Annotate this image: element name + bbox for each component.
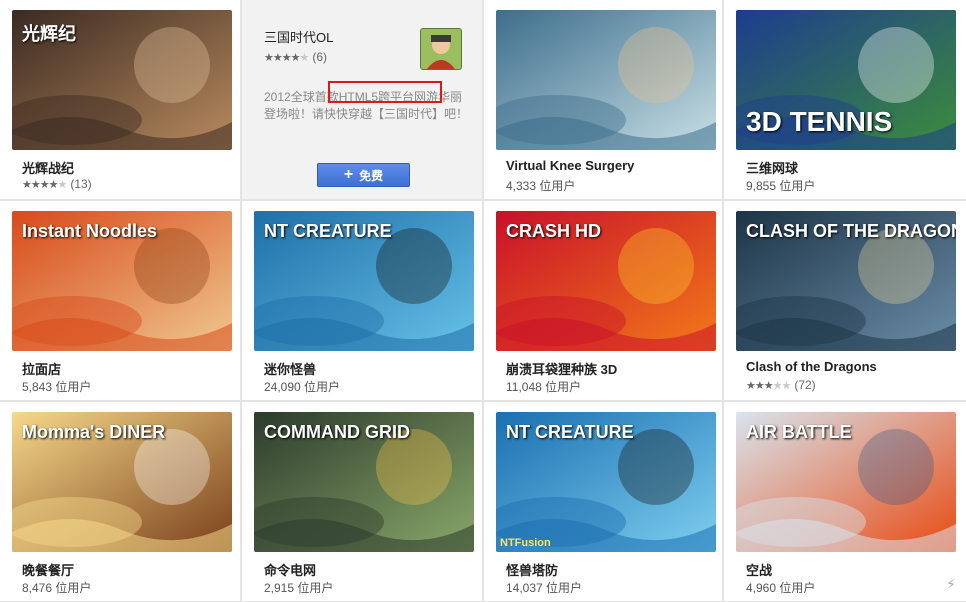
app-tile[interactable]: CLASH OF THE DRAGONS Clash of the Dragons…: [724, 201, 966, 400]
app-rating: ★★★★★ (6): [264, 50, 327, 64]
app-title[interactable]: 三维网球: [746, 158, 798, 177]
app-title[interactable]: 拉面店: [22, 359, 61, 378]
user-count: 5,843 位用户: [22, 380, 92, 394]
app-title[interactable]: 空战: [746, 560, 772, 579]
rating-count: (6): [312, 50, 327, 64]
app-rating: ★★★★★ (72): [746, 378, 816, 392]
thumbnail-badge: NTFusion: [500, 537, 551, 549]
app-thumbnail[interactable]: NT CREATURE NTFusion: [496, 412, 716, 552]
app-tile[interactable]: Momma's DINER 晚餐餐厅 8,476 位用户: [0, 402, 240, 601]
app-thumbnail[interactable]: COMMAND GRID: [254, 412, 474, 552]
user-count: 4,333 位用户: [506, 179, 576, 193]
thumbnail-logo-text: Momma's DINER: [22, 422, 166, 442]
rating-count: (72): [794, 378, 816, 392]
user-count: 8,476 位用户: [22, 581, 92, 595]
app-tile[interactable]: NT CREATURE NTFusion 怪兽塔防 14,037 位用户: [484, 402, 722, 601]
app-tile[interactable]: COMMAND GRID 命令电网 2,915 位用户: [242, 402, 482, 601]
star-rating: ★★★★★: [746, 380, 791, 392]
app-tile[interactable]: Instant Noodles 拉面店 5,843 位用户: [0, 201, 240, 400]
thumbnail-logo-text: CRASH HD: [506, 221, 602, 241]
user-count: 24,090 位用户: [264, 380, 341, 394]
lightning-icon: ⚡: [946, 576, 956, 592]
app-thumbnail[interactable]: 光辉纪: [12, 10, 232, 150]
thumbnail-logo-text: AIR BATTLE: [746, 422, 852, 442]
app-tile[interactable]: CRASH HD 崩溃耳袋狸种族 3D 11,048 位用户: [484, 201, 722, 400]
app-title[interactable]: 怪兽塔防: [506, 560, 558, 579]
user-count: 14,037 位用户: [506, 581, 583, 595]
app-tile[interactable]: 光辉纪 光辉战纪 ★★★★★ (13): [0, 0, 240, 199]
app-title[interactable]: 光辉战纪: [22, 158, 74, 177]
thumbnail-logo-text: Instant Noodles: [22, 221, 158, 241]
app-tile[interactable]: NT CREATURE 迷你怪兽 24,090 位用户: [242, 201, 482, 400]
plus-icon: +: [343, 166, 354, 183]
user-count: 2,915 位用户: [264, 581, 334, 595]
app-thumbnail[interactable]: AIR BATTLE: [736, 412, 956, 552]
thumbnail-logo-text: 3D TENNIS: [746, 106, 893, 137]
rating-count: (13): [70, 177, 92, 191]
thumbnail-logo-text: COMMAND GRID: [264, 422, 410, 442]
install-free-button[interactable]: + 免费: [317, 163, 410, 187]
app-thumbnail[interactable]: 3D TENNIS: [736, 10, 956, 150]
app-thumbnail[interactable]: CRASH HD: [496, 211, 716, 351]
app-grid: 光辉纪 光辉战纪 ★★★★★ (13) 三国时代OL ★★★★★ (6) 2012全球首款HT…: [0, 0, 966, 602]
star-rating: ★★★★★: [22, 179, 67, 191]
app-thumbnail[interactable]: Momma's DINER: [12, 412, 232, 552]
app-tile[interactable]: 三国时代OL ★★★★★ (6) 2012全球首款HTML5跨平台网游华丽登场啦！请快…: [242, 0, 482, 199]
app-thumbnail[interactable]: NT CREATURE: [254, 211, 474, 351]
thumbnail-logo-text: NT CREATURE: [506, 422, 634, 442]
app-title[interactable]: 崩溃耳袋狸种族 3D: [506, 359, 617, 378]
thumbnail-logo-text: 光辉纪: [22, 24, 76, 44]
app-title: 三国时代OL: [264, 30, 334, 45]
app-tile[interactable]: AIR BATTLE 空战 4,960 位用户 ⚡: [724, 402, 966, 601]
app-title[interactable]: Clash of the Dragons: [746, 359, 877, 374]
button-label: 免费: [359, 168, 384, 183]
user-count: 4,960 位用户: [746, 581, 816, 595]
star-rating: ★★★★★: [264, 52, 309, 64]
app-title[interactable]: 命令电网: [264, 560, 316, 579]
app-icon: [420, 28, 462, 70]
thumbnail-logo-text: CLASH OF THE DRAGONS: [746, 221, 956, 241]
app-title[interactable]: Virtual Knee Surgery: [506, 158, 634, 173]
app-thumbnail[interactable]: CLASH OF THE DRAGONS: [736, 211, 956, 351]
app-thumbnail[interactable]: [496, 10, 716, 150]
app-title[interactable]: 晚餐餐厅: [22, 560, 74, 579]
app-thumbnail[interactable]: Instant Noodles: [12, 211, 232, 351]
highlight-box: [328, 81, 442, 103]
app-tile[interactable]: 3D TENNIS 三维网球 9,855 位用户: [724, 0, 966, 199]
app-tile[interactable]: Virtual Knee Surgery 4,333 位用户: [484, 0, 722, 199]
app-rating: ★★★★★ (13): [22, 177, 92, 191]
user-count: 9,855 位用户: [746, 179, 816, 193]
thumbnail-logo-text: NT CREATURE: [264, 221, 392, 241]
app-title[interactable]: 迷你怪兽: [264, 359, 316, 378]
user-count: 11,048 位用户: [506, 380, 582, 394]
